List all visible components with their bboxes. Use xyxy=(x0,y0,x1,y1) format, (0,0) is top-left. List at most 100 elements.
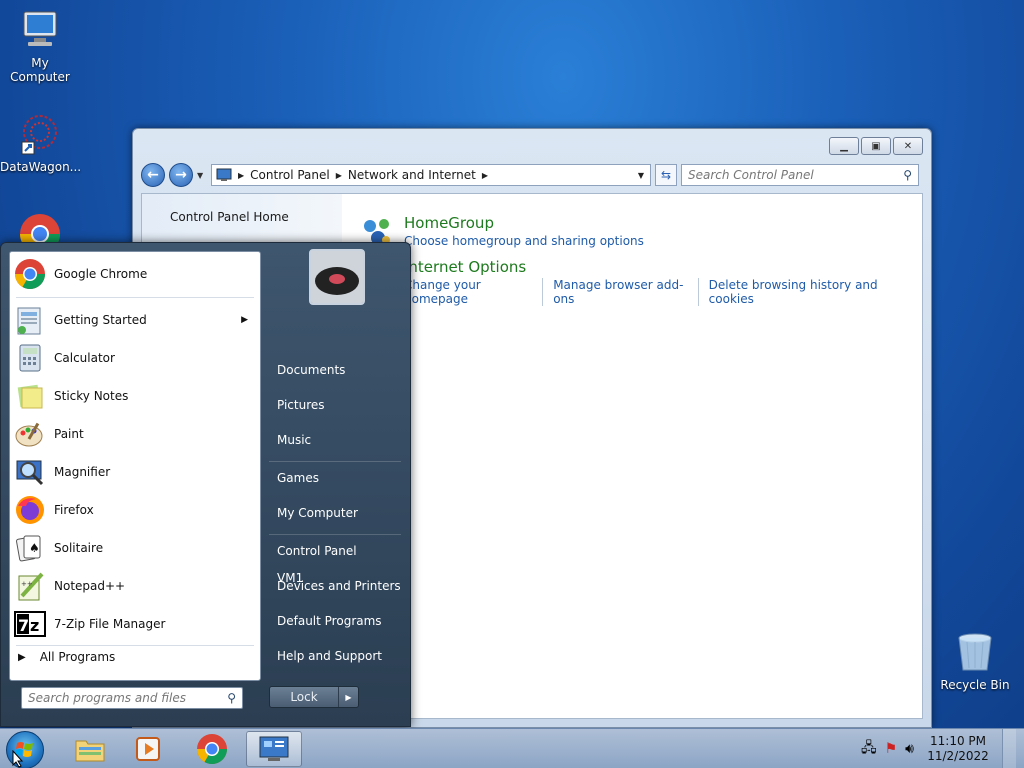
breadcrumb-control-panel[interactable]: Control Panel xyxy=(250,168,330,182)
start-right-item-help-and-support[interactable]: Help and Support xyxy=(269,641,407,671)
delete-history-link[interactable]: Delete browsing history and cookies xyxy=(709,278,912,306)
start-right-item-devices-and-printers[interactable]: Devices and Printers xyxy=(269,571,407,601)
separator xyxy=(269,534,401,535)
search-icon[interactable]: ⚲ xyxy=(227,691,236,705)
search-programs-input[interactable]: Search programs and files ⚲ xyxy=(21,687,243,709)
start-right-item-default-programs[interactable]: Default Programs xyxy=(269,606,407,636)
desktop-icon-label: DataWagon... xyxy=(0,160,82,174)
homegroup-title[interactable]: HomeGroup xyxy=(404,214,664,232)
taskbar-control-panel[interactable] xyxy=(246,731,302,767)
program-magnifier[interactable]: Magnifier xyxy=(10,453,260,491)
paint-icon xyxy=(15,422,43,447)
start-right-item-pictures[interactable]: Pictures xyxy=(269,390,407,420)
program-label: Sticky Notes xyxy=(54,389,129,403)
program-firefox[interactable]: Firefox xyxy=(10,491,260,529)
control-panel-icon xyxy=(216,168,232,181)
svg-text:♠: ♠ xyxy=(29,541,40,555)
taskbar-chrome[interactable] xyxy=(184,731,240,767)
control-panel-home-link[interactable]: Control Panel Home xyxy=(170,210,289,224)
maximize-button[interactable]: ▣ xyxy=(861,137,891,155)
search-control-panel-input[interactable]: Search Control Panel ⚲ xyxy=(681,164,919,186)
program-notepad-plus-plus[interactable]: ++ Notepad++ xyxy=(10,567,260,605)
breadcrumb-arrow[interactable]: ▶ xyxy=(238,171,244,180)
manage-addons-link[interactable]: Manage browser add-ons xyxy=(553,278,699,306)
clock-date: 11/2/2022 xyxy=(927,749,989,763)
volume-icon[interactable]: 🔊︎ xyxy=(905,741,914,757)
taskbar: 🖧 ⚑ 🔊︎ 11:10 PM 11/2/2022 xyxy=(0,728,1024,768)
start-right-item-documents[interactable]: Documents xyxy=(269,355,407,385)
start-right-item-my-computer[interactable]: My Computer xyxy=(269,498,407,528)
search-placeholder: Search programs and files xyxy=(28,691,186,705)
lock-button-group: Lock ▶ xyxy=(269,686,359,708)
internet-options-title[interactable]: Internet Options xyxy=(404,258,922,276)
close-button[interactable]: ✕ xyxy=(893,137,923,155)
media-player-icon xyxy=(136,737,160,761)
item-label: Control Panel xyxy=(277,544,357,558)
taskbar-file-explorer[interactable] xyxy=(62,731,118,767)
computer-icon xyxy=(23,11,57,46)
item-label: My Computer xyxy=(277,506,358,520)
address-dropdown-icon[interactable]: ▼ xyxy=(638,171,650,180)
program-paint[interactable]: Paint xyxy=(10,415,260,453)
program-7zip[interactable]: 7 z 7-Zip File Manager xyxy=(10,605,260,643)
separator xyxy=(16,645,254,646)
calculator-icon xyxy=(19,344,41,372)
start-right-item-music[interactable]: Music xyxy=(269,425,407,455)
arrow-right-icon: ▶ xyxy=(18,651,26,663)
change-homepage-link[interactable]: Change your homepage xyxy=(404,278,544,306)
submenu-arrow-icon: ▶ xyxy=(241,315,248,325)
program-getting-started[interactable]: Getting Started ▶ xyxy=(10,301,260,339)
clock[interactable]: 11:10 PM 11/2/2022 xyxy=(922,734,994,764)
action-center-flag-icon[interactable]: ⚑ xyxy=(885,741,898,757)
start-right-item-games[interactable]: Games xyxy=(269,463,407,493)
back-button[interactable]: ← xyxy=(141,163,165,187)
search-placeholder: Search Control Panel xyxy=(688,168,814,182)
program-solitaire[interactable]: ♠ Solitaire xyxy=(10,529,260,567)
lock-button[interactable]: Lock xyxy=(270,687,338,707)
user-picture[interactable] xyxy=(309,249,365,305)
control-panel-icon xyxy=(259,736,289,761)
desktop-icon-datawagon[interactable]: DataWagon... xyxy=(0,112,82,174)
program-google-chrome[interactable]: Google Chrome xyxy=(10,254,260,294)
breadcrumb-network-and-internet[interactable]: Network and Internet xyxy=(348,168,476,182)
clock-time: 11:10 PM xyxy=(930,734,986,748)
network-icon[interactable]: 🖧 xyxy=(861,737,877,761)
item-label: Games xyxy=(277,471,319,485)
desktop-icon-my-computer[interactable]: My Computer xyxy=(0,8,80,84)
search-icon[interactable]: ⚲ xyxy=(903,168,912,182)
refresh-button[interactable]: ⇆ xyxy=(655,164,677,186)
desktop-icon-label: My Computer xyxy=(10,56,70,84)
recent-pages-dropdown[interactable]: ▼ xyxy=(197,171,207,180)
all-programs-label: All Programs xyxy=(39,650,116,664)
item-label: Music xyxy=(277,433,312,447)
program-sticky-notes[interactable]: Sticky Notes xyxy=(10,377,260,415)
taskbar-media-player[interactable] xyxy=(120,731,176,767)
breadcrumb-arrow[interactable]: ▶ xyxy=(336,171,342,180)
program-label: Notepad++ xyxy=(54,579,126,593)
datawagon-icon xyxy=(21,115,57,155)
svg-text:++: ++ xyxy=(21,580,33,588)
program-calculator[interactable]: Calculator xyxy=(10,339,260,377)
forward-button[interactable]: → xyxy=(169,163,193,187)
turntable-avatar xyxy=(311,251,363,303)
item-label: Documents xyxy=(277,363,346,377)
folder-icon xyxy=(75,740,105,762)
item-label: Pictures xyxy=(277,398,325,412)
mouse-cursor-icon xyxy=(12,750,24,768)
program-label: 7-Zip File Manager xyxy=(54,617,166,631)
choose-homegroup-link[interactable]: Choose homegroup and sharing options xyxy=(404,234,654,248)
show-desktop-button[interactable] xyxy=(1002,729,1016,768)
program-label: Magnifier xyxy=(54,465,111,479)
address-bar[interactable]: ▶ Control Panel ▶ Network and Internet ▶… xyxy=(211,164,651,186)
minimize-button[interactable]: ▁ xyxy=(829,137,859,155)
window-controls: ▁ ▣ ✕ xyxy=(829,137,923,155)
sticky-notes-icon xyxy=(17,384,43,409)
magnifier-icon xyxy=(16,460,44,486)
recycle-bin-icon xyxy=(958,633,992,671)
shutdown-options-arrow-icon[interactable]: ▶ xyxy=(338,687,358,707)
all-programs-button[interactable]: ▶ All Programs xyxy=(18,650,115,664)
desktop-icon-recycle-bin[interactable]: Recycle Bin xyxy=(935,630,1015,692)
program-label: Paint xyxy=(54,427,84,441)
start-right-item-control-panel[interactable]: Control Panel xyxy=(269,536,407,566)
breadcrumb-arrow[interactable]: ▶ xyxy=(482,171,488,180)
